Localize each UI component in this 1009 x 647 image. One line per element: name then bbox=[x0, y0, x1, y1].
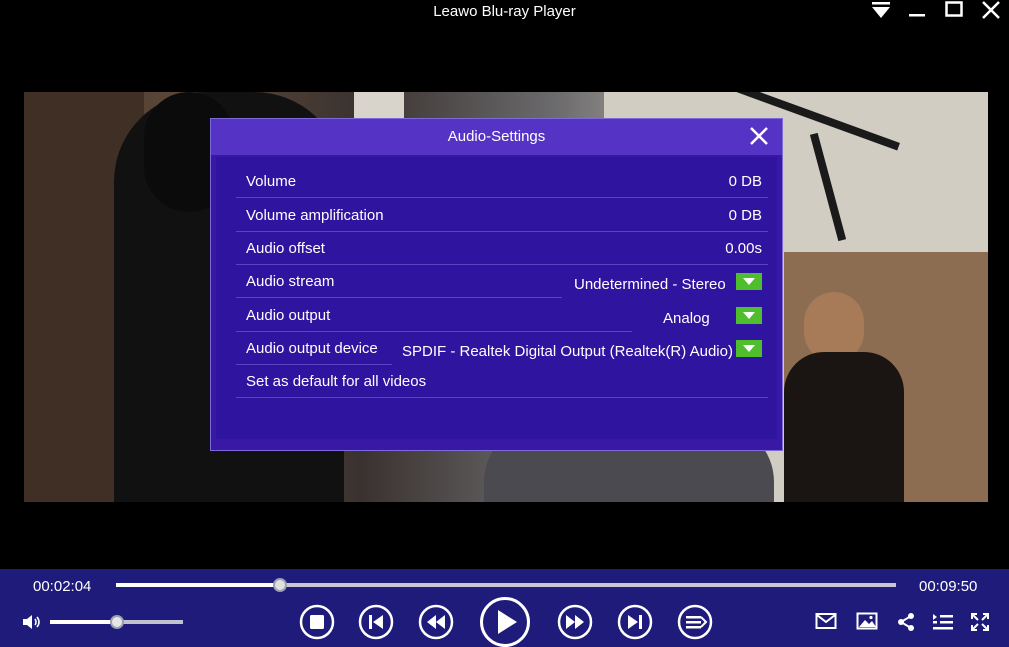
current-time: 00:02:04 bbox=[33, 578, 92, 595]
maximize-icon bbox=[945, 1, 963, 17]
rewind-button[interactable] bbox=[418, 604, 454, 640]
share-icon bbox=[898, 613, 914, 631]
audio-output-label: Audio output bbox=[246, 307, 331, 324]
playlist-icon bbox=[677, 604, 713, 640]
app-title: Leawo Blu-ray Player bbox=[433, 3, 576, 20]
mail-button[interactable] bbox=[815, 612, 837, 630]
audio-stream-select[interactable]: Undetermined - Stereo bbox=[574, 276, 726, 293]
progress-handle[interactable] bbox=[272, 578, 287, 592]
audio-output-device-dropdown-button[interactable] bbox=[736, 340, 762, 357]
audio-stream-label: Audio stream bbox=[246, 273, 335, 290]
volume-label: Volume bbox=[246, 173, 297, 190]
speaker-icon bbox=[23, 615, 40, 629]
volume-fill bbox=[50, 620, 117, 624]
set-default-link[interactable]: Set as default for all videos bbox=[246, 373, 426, 390]
volume-row[interactable]: Volume 0 DB bbox=[236, 165, 768, 198]
play-icon bbox=[480, 597, 530, 647]
close-icon bbox=[982, 1, 1000, 19]
fullscreen-button[interactable] bbox=[970, 612, 990, 632]
mail-icon bbox=[815, 613, 837, 629]
progress-fill bbox=[116, 583, 280, 587]
volume-amplification-value[interactable]: 0 DB bbox=[729, 207, 762, 224]
maximize-button[interactable] bbox=[940, 0, 968, 22]
volume-amplification-label: Volume amplification bbox=[246, 207, 384, 224]
fast-forward-button[interactable] bbox=[557, 604, 593, 640]
close-icon bbox=[750, 127, 768, 145]
divider bbox=[236, 397, 768, 398]
control-bar: 00:02:04 00:09:50 bbox=[0, 569, 1009, 647]
audio-output-device-select[interactable]: SPDIF - Realtek Digital Output (Realtek(… bbox=[402, 343, 733, 360]
snapshot-icon bbox=[856, 612, 878, 630]
volume-amplification-row[interactable]: Volume amplification 0 DB bbox=[236, 199, 768, 232]
minimize-icon bbox=[909, 14, 925, 17]
dialog-header: Audio-Settings bbox=[211, 119, 782, 155]
playlist-button[interactable] bbox=[677, 604, 713, 640]
volume-handle[interactable] bbox=[109, 615, 124, 629]
fast-forward-icon bbox=[557, 604, 593, 640]
set-default-row[interactable]: Set as default for all videos bbox=[236, 365, 768, 398]
previous-icon bbox=[358, 604, 394, 640]
audio-offset-value[interactable]: 0.00s bbox=[725, 240, 762, 257]
fullscreen-icon bbox=[971, 613, 989, 631]
next-icon bbox=[617, 604, 653, 640]
audio-settings-dialog: Audio-Settings Volume 0 DB Volume amplif… bbox=[210, 118, 783, 451]
total-time: 00:09:50 bbox=[919, 578, 978, 595]
audio-output-dropdown-button[interactable] bbox=[736, 307, 762, 324]
volume-value[interactable]: 0 DB bbox=[729, 173, 762, 190]
dialog-body: Volume 0 DB Volume amplification 0 DB Au… bbox=[216, 157, 777, 439]
dialog-title: Audio-Settings bbox=[447, 128, 546, 145]
divider bbox=[236, 197, 768, 198]
audio-offset-label: Audio offset bbox=[246, 240, 325, 257]
close-window-button[interactable] bbox=[977, 0, 1005, 22]
stop-button[interactable] bbox=[299, 604, 335, 640]
snapshot-button[interactable] bbox=[856, 612, 878, 630]
minimize-button[interactable] bbox=[903, 0, 931, 22]
audio-offset-row[interactable]: Audio offset 0.00s bbox=[236, 232, 768, 265]
divider bbox=[236, 297, 562, 298]
share-button[interactable] bbox=[896, 612, 916, 632]
chapter-list-button[interactable] bbox=[932, 612, 954, 632]
audio-output-device-label: Audio output device bbox=[246, 340, 378, 357]
chapter-list-icon bbox=[933, 614, 953, 630]
dialog-close-button[interactable] bbox=[748, 125, 770, 147]
audio-output-row: Audio output Analog bbox=[236, 299, 768, 332]
stop-icon bbox=[299, 604, 335, 640]
menu-icon bbox=[872, 2, 890, 18]
menu-button[interactable] bbox=[867, 0, 895, 22]
play-button[interactable] bbox=[479, 596, 531, 647]
title-bar: Leawo Blu-ray Player bbox=[0, 0, 1009, 26]
volume-slider[interactable] bbox=[50, 615, 183, 629]
audio-stream-row: Audio stream Undetermined - Stereo bbox=[236, 265, 768, 298]
previous-button[interactable] bbox=[358, 604, 394, 640]
audio-output-device-row: Audio output device SPDIF - Realtek Digi… bbox=[236, 332, 768, 365]
mute-button[interactable] bbox=[21, 612, 43, 632]
next-button[interactable] bbox=[617, 604, 653, 640]
progress-bar[interactable] bbox=[116, 578, 896, 592]
rewind-icon bbox=[418, 604, 454, 640]
audio-output-select[interactable]: Analog bbox=[663, 310, 710, 327]
audio-stream-dropdown-button[interactable] bbox=[736, 273, 762, 290]
